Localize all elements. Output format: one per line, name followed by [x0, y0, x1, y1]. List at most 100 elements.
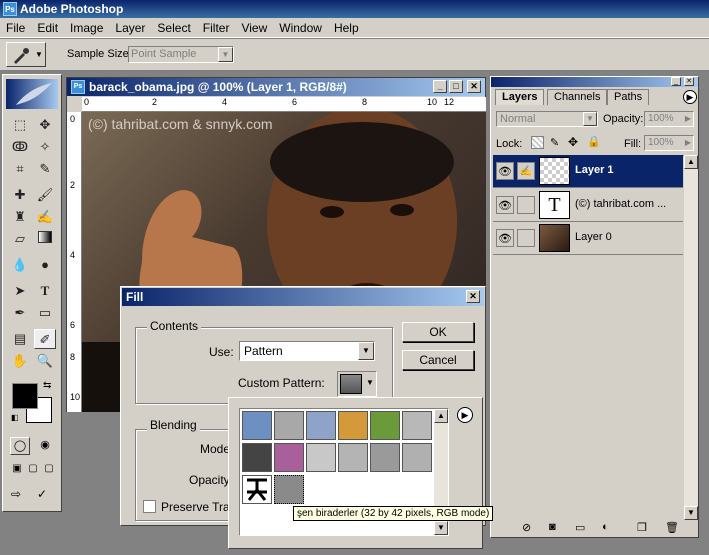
- pattern-swatch[interactable]: [370, 411, 400, 440]
- history-brush-tool-icon[interactable]: ✍: [34, 207, 56, 227]
- magic-wand-tool-icon[interactable]: ✧: [34, 137, 56, 157]
- crop-tool-icon[interactable]: ⌗: [9, 159, 31, 179]
- minimize-button[interactable]: _: [433, 80, 447, 93]
- menu-edit[interactable]: Edit: [31, 18, 64, 38]
- gradient-tool-icon[interactable]: [34, 229, 56, 249]
- swap-colors-icon[interactable]: ⇆: [43, 380, 51, 391]
- pattern-swatch[interactable]: [370, 443, 400, 472]
- tab-paths[interactable]: Paths: [607, 89, 650, 105]
- layers-scrollbar[interactable]: ▲ ▼: [684, 155, 698, 520]
- pattern-swatch[interactable]: [274, 475, 304, 504]
- lock-position-icon[interactable]: ✥: [568, 135, 578, 149]
- marquee-tool-icon[interactable]: ⬚: [9, 115, 31, 135]
- menu-window[interactable]: Window: [273, 18, 328, 38]
- blend-mode-select[interactable]: Normal ▼: [496, 111, 598, 127]
- scroll-down-icon[interactable]: ▼: [684, 506, 698, 520]
- menu-view[interactable]: View: [235, 18, 273, 38]
- pattern-swatch[interactable]: [338, 411, 368, 440]
- menu-file[interactable]: File: [0, 18, 31, 38]
- adjustment-layer-icon[interactable]: ◐: [602, 521, 609, 533]
- layer-row-layer-0[interactable]: 👁 Layer 0: [493, 222, 683, 255]
- hand-tool-icon[interactable]: ✋: [9, 351, 31, 371]
- close-button[interactable]: ✕: [466, 290, 480, 303]
- layer-row-text[interactable]: 👁 T (©) tahribat.com ...: [493, 189, 683, 222]
- screen-mode-standard-icon[interactable]: ▣: [10, 463, 24, 477]
- eraser-tool-icon[interactable]: ▱: [9, 229, 31, 249]
- menu-filter[interactable]: Filter: [197, 18, 236, 38]
- zoom-tool-icon[interactable]: 🔍: [34, 351, 56, 371]
- eye-icon[interactable]: 👁: [496, 196, 514, 214]
- dodge-tool-icon[interactable]: ●: [34, 255, 56, 275]
- link-box[interactable]: [517, 229, 535, 247]
- eyedropper-tool-icon[interactable]: ✐: [34, 329, 56, 349]
- standard-mode-icon[interactable]: ◯: [10, 437, 30, 455]
- default-colors-icon[interactable]: ◧: [11, 413, 19, 422]
- healing-brush-tool-icon[interactable]: ✚: [9, 185, 31, 205]
- palette-menu-icon[interactable]: ▶: [683, 90, 697, 104]
- screen-mode-full-icon[interactable]: ▢: [42, 463, 56, 477]
- maximize-button[interactable]: □: [449, 80, 463, 93]
- screen-mode-full-menu-icon[interactable]: ▢: [26, 463, 40, 477]
- ok-button[interactable]: OK: [402, 322, 474, 342]
- menu-layer[interactable]: Layer: [109, 18, 151, 38]
- tab-layers[interactable]: Layers: [495, 89, 545, 105]
- tool-preset-picker[interactable]: ▼: [6, 42, 46, 67]
- lasso-tool-icon[interactable]: ↂ: [9, 137, 31, 157]
- opacity-input[interactable]: 100% ▶: [644, 111, 694, 127]
- pattern-swatch[interactable]: [306, 443, 336, 472]
- lock-all-icon[interactable]: 🔒: [587, 135, 601, 148]
- layer-style-icon[interactable]: ⊘: [522, 521, 531, 534]
- notes-tool-icon[interactable]: ▤: [9, 329, 31, 349]
- palette-minimize-button[interactable]: _: [671, 77, 681, 86]
- slice-tool-icon[interactable]: ✎: [34, 159, 56, 179]
- pattern-swatch[interactable]: [274, 411, 304, 440]
- picker-menu-icon[interactable]: ▶: [457, 407, 473, 423]
- use-select[interactable]: Pattern ▼: [239, 341, 375, 361]
- scroll-up-icon[interactable]: ▲: [434, 409, 448, 423]
- quick-mask-mode-icon[interactable]: ◉: [35, 437, 55, 455]
- pattern-swatch[interactable]: [242, 443, 272, 472]
- scroll-up-icon[interactable]: ▲: [684, 155, 698, 169]
- link-box[interactable]: [517, 196, 535, 214]
- brush-tool-icon[interactable]: 🖌: [34, 185, 56, 205]
- tab-channels[interactable]: Channels: [547, 89, 608, 105]
- new-set-icon[interactable]: ▭: [575, 521, 585, 534]
- palette-title-bar[interactable]: _ ✕: [491, 77, 698, 87]
- eye-icon[interactable]: 👁: [496, 162, 514, 180]
- menu-select[interactable]: Select: [151, 18, 196, 38]
- clone-stamp-tool-icon[interactable]: ♜: [9, 207, 31, 227]
- lock-pixels-icon[interactable]: ✎: [550, 136, 559, 149]
- pattern-swatch[interactable]: [242, 411, 272, 440]
- shape-tool-icon[interactable]: ▭: [34, 303, 56, 323]
- new-layer-icon[interactable]: ❐: [637, 521, 647, 534]
- pattern-swatch[interactable]: [274, 443, 304, 472]
- path-selection-tool-icon[interactable]: ➤: [9, 281, 31, 301]
- pattern-swatch[interactable]: [338, 443, 368, 472]
- scroll-down-icon[interactable]: ▼: [434, 521, 448, 535]
- trash-icon[interactable]: 🗑: [665, 521, 679, 534]
- menu-help[interactable]: Help: [328, 18, 365, 38]
- pattern-swatch[interactable]: [242, 475, 272, 504]
- jump-to-imageready-icon[interactable]: ⇨: [11, 487, 33, 505]
- fill-dialog-title-bar[interactable]: Fill ✕: [122, 288, 484, 306]
- type-tool-icon[interactable]: T: [34, 281, 56, 301]
- pen-tool-icon[interactable]: ✒: [9, 303, 31, 323]
- eye-icon[interactable]: 👁: [496, 229, 514, 247]
- fill-input[interactable]: 100% ▶: [644, 135, 694, 151]
- preserve-transparency-checkbox[interactable]: [143, 500, 156, 513]
- palette-close-button[interactable]: ✕: [684, 77, 694, 86]
- pattern-swatch[interactable]: [402, 411, 432, 440]
- menu-image[interactable]: Image: [64, 18, 109, 38]
- blur-tool-icon[interactable]: 💧: [9, 255, 31, 275]
- lock-transparent-icon[interactable]: [531, 136, 544, 149]
- close-button[interactable]: ✕: [467, 80, 481, 93]
- pattern-swatch[interactable]: [306, 411, 336, 440]
- layer-row-layer-1[interactable]: 👁 ✍ Layer 1: [493, 155, 683, 188]
- pattern-swatch[interactable]: [402, 443, 432, 472]
- document-title-bar[interactable]: Ps barack_obama.jpg @ 100% (Layer 1, RGB…: [67, 78, 485, 96]
- custom-pattern-picker[interactable]: ▼: [337, 371, 377, 397]
- sample-size-select[interactable]: Point Sample ▼: [128, 46, 234, 63]
- imageready-icon[interactable]: ✓: [37, 487, 57, 505]
- cancel-button[interactable]: Cancel: [402, 350, 474, 370]
- layer-mask-icon[interactable]: ◙: [549, 521, 556, 533]
